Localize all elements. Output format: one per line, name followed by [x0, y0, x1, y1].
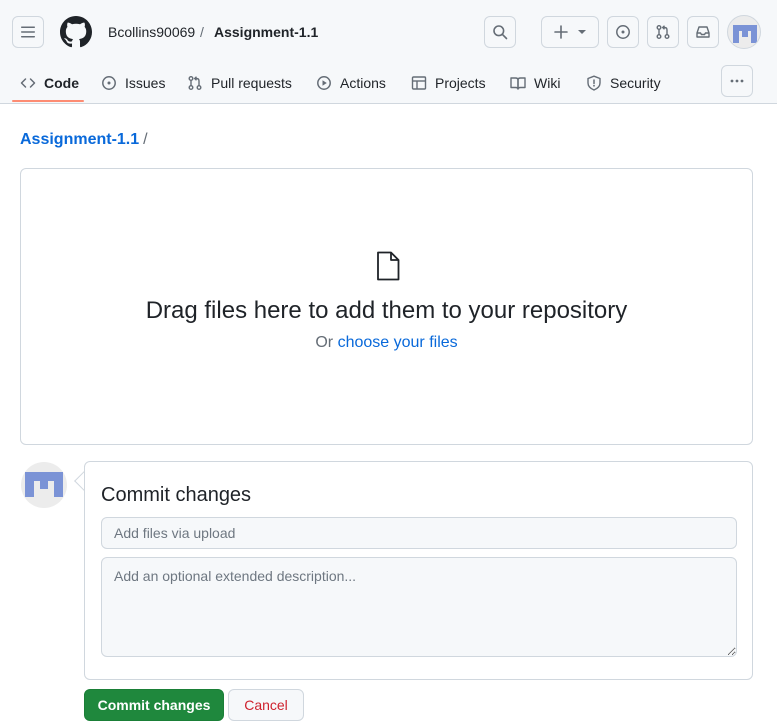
kebab-horizontal-icon	[730, 79, 744, 83]
git-pull-request-icon	[656, 25, 670, 39]
tab-code[interactable]: Code	[20, 62, 79, 104]
table-icon	[411, 76, 427, 90]
active-tab-indicator	[12, 100, 84, 102]
tab-issues[interactable]: Issues	[101, 62, 165, 104]
choose-files-link[interactable]: choose your files	[338, 334, 458, 351]
more-tabs-button[interactable]	[721, 65, 753, 97]
shield-icon	[587, 75, 601, 91]
breadcrumb-separator: /	[200, 24, 204, 40]
tab-issues-label: Issues	[125, 75, 166, 91]
app-header: Bcollins90069 / Assignment-1.1 Code Issu…	[0, 0, 777, 104]
commit-author-avatar	[21, 462, 67, 508]
hamburger-icon	[21, 26, 35, 38]
your-pull-requests-button[interactable]	[647, 16, 679, 48]
dropzone-subtitle: Or choose your files	[21, 334, 752, 352]
commit-changes-box: Commit changes	[84, 461, 753, 680]
git-pull-request-icon	[188, 76, 202, 90]
dropzone-title: Drag files here to add them to your repo…	[145, 297, 628, 324]
tab-actions-label: Actions	[340, 75, 386, 91]
identicon-icon	[733, 25, 757, 43]
your-issues-button[interactable]	[607, 16, 639, 48]
tab-pull-requests-label: Pull requests	[211, 75, 292, 91]
tab-pull-requests[interactable]: Pull requests	[187, 62, 292, 104]
book-icon	[510, 77, 526, 90]
tab-security[interactable]: Security	[586, 62, 661, 104]
commit-box-title: Commit changes	[101, 484, 252, 506]
top-bar: Bcollins90069 / Assignment-1.1	[0, 0, 777, 62]
tab-actions[interactable]: Actions	[316, 62, 386, 104]
inbox-button[interactable]	[687, 16, 719, 48]
tab-code-label: Code	[44, 75, 79, 91]
search-button[interactable]	[484, 16, 516, 48]
breadcrumb-owner[interactable]: Bcollins90069	[108, 24, 195, 40]
commit-description-input[interactable]	[101, 557, 737, 657]
repo-nav-tabs: Code Issues Pull requests Actions Projec…	[0, 62, 777, 104]
inbox-icon	[696, 26, 710, 38]
open-menu-button[interactable]	[12, 16, 44, 48]
triangle-down-icon	[578, 30, 586, 34]
file-icon	[377, 251, 400, 281]
cancel-button[interactable]: Cancel	[228, 689, 304, 721]
issue-opened-icon	[102, 76, 116, 90]
code-icon	[20, 78, 36, 88]
tab-projects[interactable]: Projects	[411, 62, 486, 104]
create-new-button[interactable]	[541, 16, 599, 48]
issue-opened-icon	[616, 25, 630, 39]
commit-changes-button[interactable]: Commit changes	[84, 689, 224, 721]
file-dropzone[interactable]: Drag files here to add them to your repo…	[20, 168, 753, 445]
upload-path: Assignment-1.1/	[20, 131, 148, 149]
plus-icon	[554, 25, 568, 39]
tab-security-label: Security	[610, 75, 661, 91]
breadcrumb-repo[interactable]: Assignment-1.1	[214, 24, 318, 40]
path-repo-link[interactable]: Assignment-1.1	[20, 131, 139, 148]
dropzone-or-text: Or	[315, 334, 334, 351]
github-logo[interactable]	[60, 16, 92, 48]
avatar[interactable]	[727, 15, 761, 49]
tab-projects-label: Projects	[435, 75, 486, 91]
tab-wiki[interactable]: Wiki	[510, 62, 560, 104]
tab-wiki-label: Wiki	[534, 75, 561, 91]
commit-summary-input[interactable]	[101, 517, 737, 549]
search-icon	[493, 25, 508, 40]
play-icon	[317, 76, 331, 90]
identicon-icon	[25, 472, 63, 497]
path-slash: /	[143, 131, 148, 148]
